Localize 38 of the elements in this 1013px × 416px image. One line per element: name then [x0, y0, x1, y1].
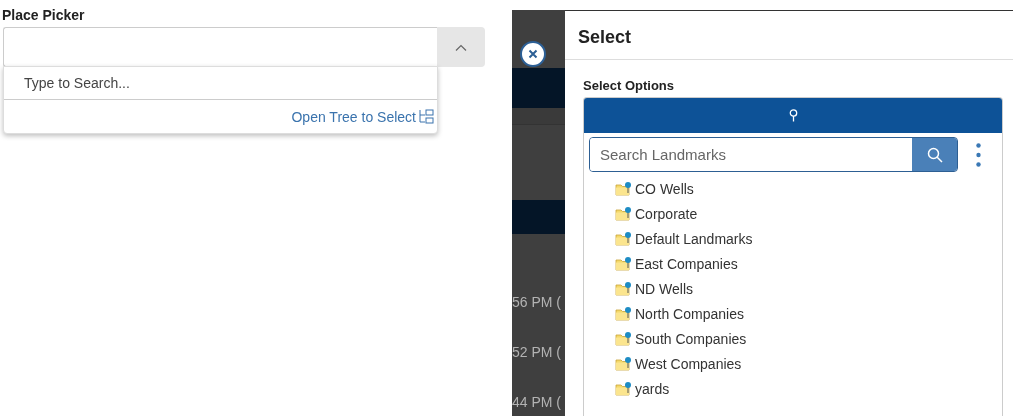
folder-pin-icon: [615, 255, 632, 272]
tree-item[interactable]: ND Wells: [635, 280, 694, 297]
header-bar: [512, 68, 565, 108]
table-header-bar: [512, 200, 565, 234]
folder-pin-icon: [615, 305, 632, 322]
folder-pin-icon: [615, 330, 632, 347]
place-field[interactable]: [3, 27, 437, 67]
folder-pin-icon: [615, 280, 632, 297]
time-text: 56 PM (: [512, 293, 561, 312]
pin-icon: [788, 109, 798, 122]
close-icon[interactable]: [520, 41, 546, 67]
section-label: Select Options: [583, 78, 675, 94]
folder-pin-icon: [615, 355, 632, 372]
folder-pin-icon: [615, 380, 632, 397]
search-button[interactable]: [912, 138, 957, 171]
dialog-title: Select: [578, 26, 632, 48]
tree-item[interactable]: yards: [635, 380, 670, 397]
folder-pin-icon: [615, 205, 632, 222]
search-icon: [926, 146, 943, 163]
tree-item[interactable]: West Companies: [635, 355, 742, 372]
dropdown-toggle[interactable]: [437, 27, 485, 67]
time-text: 52 PM (: [512, 343, 561, 362]
tree-item[interactable]: Corporate: [635, 205, 698, 222]
search-field[interactable]: Search Landmarks: [589, 137, 958, 172]
open-tree-link[interactable]: Open Tree to Select: [291, 108, 434, 125]
tree-item[interactable]: Default Landmarks: [635, 230, 753, 247]
tree-item[interactable]: South Companies: [635, 330, 747, 347]
folder-pin-icon: [615, 180, 632, 197]
tree-item[interactable]: East Companies: [635, 255, 738, 272]
tree-item[interactable]: CO Wells: [635, 180, 694, 197]
dropdown-menu[interactable]: Type to Search... Open Tree to Select: [3, 66, 438, 134]
tree-item[interactable]: North Companies: [635, 305, 744, 322]
field-label: Place Picker: [2, 7, 86, 23]
more-icon[interactable]: [976, 142, 981, 167]
time-text: 44 PM (: [512, 393, 561, 412]
tree-icon: [419, 109, 434, 124]
caret-up-icon: [455, 43, 467, 51]
folder-pin-icon: [615, 230, 632, 247]
